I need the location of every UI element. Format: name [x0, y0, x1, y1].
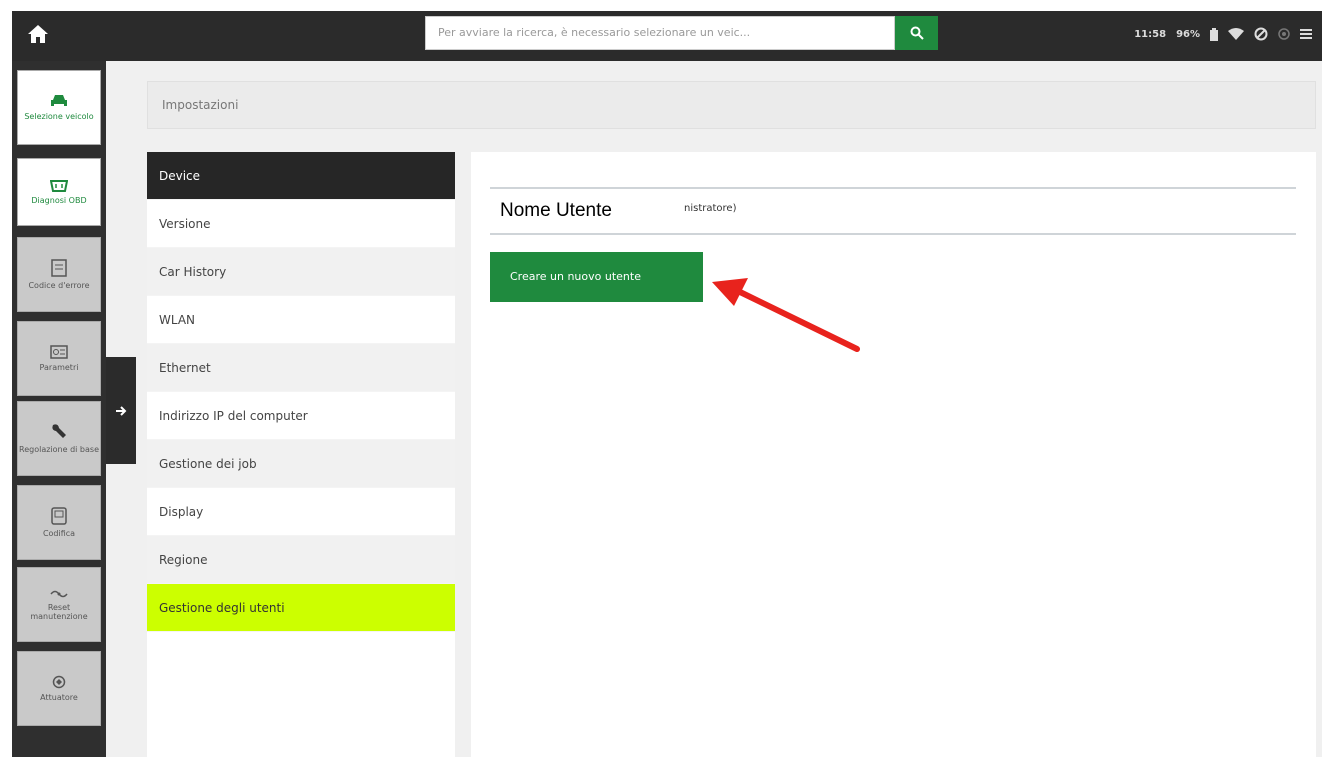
rail-item-coding[interactable]: Codifica [17, 485, 101, 560]
rail-item-label: Regolazione di base [19, 445, 99, 454]
menu-icon[interactable] [1300, 29, 1312, 39]
no-connection-icon[interactable] [1254, 27, 1268, 41]
status-indicator-icon[interactable] [1278, 28, 1290, 40]
clock: 11:58 [1134, 28, 1167, 40]
coding-icon [51, 507, 67, 525]
divider [490, 233, 1296, 235]
car-icon [51, 95, 67, 106]
obd-icon [50, 179, 68, 192]
user-role-text: nistratore) [684, 203, 737, 214]
search-button[interactable] [895, 16, 938, 50]
rail-item-label: Parametri [39, 363, 79, 372]
home-icon [28, 25, 48, 43]
rail-item-label: Diagnosi OBD [31, 195, 87, 205]
wifi-icon[interactable] [1228, 28, 1244, 40]
battery-percent: 96% [1176, 28, 1200, 40]
rail-item-maintenance-reset[interactable]: Reset manutenzione [17, 567, 101, 642]
settings-menu: Device Versione Car History WLAN Etherne… [147, 152, 455, 757]
rail-item-label: Selezione veicolo [24, 112, 94, 121]
menu-item-computer-ip[interactable]: Indirizzo IP del computer [147, 392, 455, 440]
arrow-right-icon [116, 405, 127, 416]
rail-item-label: Reset manutenzione [30, 602, 88, 621]
menu-item-car-history[interactable]: Car History [147, 248, 455, 296]
parameters-icon [50, 345, 68, 359]
maintenance-reset-icon [50, 590, 68, 597]
rail-item-actuator[interactable]: Attuatore [17, 651, 101, 726]
actuator-icon [52, 675, 66, 689]
rail-item-basic-adjustment[interactable]: Regolazione di base [17, 401, 101, 476]
rail-item-vehicle-selection[interactable]: Selezione veicolo [17, 70, 101, 145]
menu-item-display[interactable]: Display [147, 488, 455, 536]
divider [490, 187, 1296, 189]
rail-item-label: Codifica [42, 529, 76, 538]
rail-item-parameters[interactable]: Parametri [17, 321, 101, 396]
menu-item-version[interactable]: Versione [147, 200, 455, 248]
username-label: Nome Utente [490, 193, 680, 229]
user-management-panel [471, 152, 1316, 757]
rail-item-label: Attuatore [40, 693, 78, 702]
menu-item-wlan[interactable]: WLAN [147, 296, 455, 344]
breadcrumb: Impostazioni [147, 81, 1316, 129]
search-icon [910, 26, 924, 40]
create-user-button[interactable]: Creare un nuovo utente [490, 252, 703, 302]
rail-item-error-code[interactable]: Codice d'errore [17, 237, 101, 312]
menu-item-device[interactable]: Device [147, 152, 455, 200]
status-bar: 11:58 96% [1134, 11, 1312, 57]
error-code-icon [51, 259, 67, 277]
top-bar: Per avviare la ricerca, è necessario sel… [12, 11, 1322, 61]
menu-item-ethernet[interactable]: Ethernet [147, 344, 455, 392]
search-input[interactable]: Per avviare la ricerca, è necessario sel… [425, 16, 895, 50]
battery-icon [1210, 27, 1218, 41]
drawer-toggle-button[interactable] [106, 357, 136, 464]
rail-item-obd-diagnosis[interactable]: Diagnosi OBD [17, 158, 101, 226]
menu-item-job-management[interactable]: Gestione dei job [147, 440, 455, 488]
tool-rail: Selezione veicolo Diagnosi OBD Codice d'… [12, 61, 106, 757]
wrench-icon [52, 424, 66, 438]
annotation-arrow [712, 278, 860, 352]
menu-item-user-management[interactable]: Gestione degli utenti [147, 584, 455, 632]
rail-item-label: Codice d'errore [28, 281, 90, 290]
home-button[interactable] [24, 20, 52, 48]
menu-item-region[interactable]: Regione [147, 536, 455, 584]
